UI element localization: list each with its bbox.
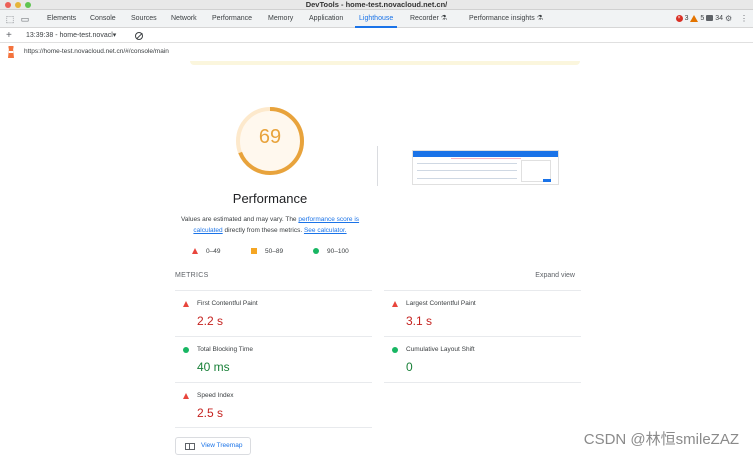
metric-value: 3.1 s [406, 314, 433, 328]
legend-range: 0–49 [206, 248, 221, 255]
device-toolbar-icon[interactable]: ▭ [20, 14, 30, 24]
metric-label: Largest Contentful Paint [406, 300, 476, 307]
devtools-tabbar: ⬚ ▭ Elements Console Sources Network Per… [0, 10, 753, 28]
final-screenshot-thumbnail[interactable] [412, 150, 559, 185]
metric-value: 2.5 s [197, 406, 224, 420]
metric-speed-index: Speed Index 2.5 s [175, 386, 365, 430]
lighthouse-logo-icon [8, 46, 14, 58]
metric-divider [384, 336, 581, 337]
thumbnail-highlight [451, 158, 521, 159]
treemap-button-label: View Treemap [201, 442, 243, 449]
tab-sources[interactable]: Sources [131, 10, 157, 28]
message-icon [706, 15, 714, 22]
metric-label: Speed Index [197, 392, 234, 399]
fail-triangle-icon [183, 301, 189, 307]
metric-value: 2.2 s [197, 314, 224, 328]
treemap-icon [185, 443, 195, 450]
metric-value: 40 ms [197, 360, 230, 374]
pass-circle-icon [313, 248, 319, 255]
view-treemap-button[interactable]: View Treemap [175, 437, 251, 455]
fail-triangle-icon [392, 301, 398, 307]
see-calculator-link[interactable]: See calculator. [304, 227, 347, 234]
tab-console[interactable]: Console [90, 10, 116, 28]
legend-fail: 0–49 [192, 248, 220, 256]
thumbnail-row [417, 163, 517, 164]
error-icon: × [675, 14, 683, 22]
more-options-icon[interactable]: ⋮ [740, 14, 748, 24]
metric-divider [175, 382, 372, 383]
expand-view-toggle[interactable]: Expand view [535, 272, 575, 279]
thumbnail-header [413, 151, 558, 157]
pass-circle-icon [392, 347, 398, 353]
tab-performance[interactable]: Performance [212, 10, 252, 28]
fail-triangle-icon [192, 248, 198, 255]
legend-pass: 90–100 [313, 248, 349, 256]
tab-network[interactable]: Network [171, 10, 197, 28]
thumbnail-button [543, 179, 551, 182]
tab-performance-insights[interactable]: Performance insights ⚗ [469, 10, 543, 28]
metric-cumulative-layout-shift: Cumulative Layout Shift 0 [384, 340, 574, 384]
vertical-divider [377, 146, 378, 186]
tab-recorder[interactable]: Recorder ⚗ [410, 10, 447, 28]
metric-largest-contentful-paint: Largest Contentful Paint 3.1 s [384, 294, 574, 338]
warning-icon [690, 14, 699, 22]
report-url-bar: https://home-test.novacloud.net.cn/#/con… [0, 43, 753, 61]
new-report-plus-icon[interactable]: + [6, 29, 12, 42]
metric-label: Cumulative Layout Shift [406, 346, 475, 353]
warning-count: 5 [700, 15, 705, 22]
metric-label: First Contentful Paint [197, 300, 258, 307]
metric-divider [175, 427, 372, 428]
report-url[interactable]: https://home-test.novacloud.net.cn/#/con… [24, 43, 169, 61]
metric-divider [175, 336, 372, 337]
metric-label: Total Blocking Time [197, 346, 253, 353]
settings-gear-icon[interactable]: ⚙ [725, 14, 732, 24]
issue-badges[interactable]: × 3 5 34 [675, 10, 723, 28]
legend-range: 50–89 [265, 248, 284, 255]
average-square-icon [251, 248, 257, 255]
metrics-title: METRICS [175, 272, 209, 279]
score-value: 69 [258, 126, 282, 148]
error-count: 3 [684, 15, 689, 22]
fail-triangle-icon [183, 393, 189, 399]
legend-average: 50–89 [251, 248, 283, 256]
tab-memory[interactable]: Memory [268, 10, 293, 28]
description-text: directly from these metrics. [222, 227, 304, 234]
inspect-element-icon[interactable]: ⬚ [5, 14, 15, 24]
window-title: DevTools - home-test.novacloud.net.cn/ [305, 0, 448, 9]
report-select[interactable]: 13:39:38 - home-test.novacl▾ [26, 29, 116, 42]
metric-first-contentful-paint: First Contentful Paint 2.2 s [175, 294, 365, 338]
watermark: CSDN @林恒smileZAZ [583, 431, 739, 448]
thumbnail-row [417, 178, 517, 179]
metric-total-blocking-time: Total Blocking Time 40 ms [175, 340, 365, 384]
tab-lighthouse[interactable]: Lighthouse [354, 10, 398, 28]
metric-divider [384, 290, 581, 291]
clear-reports-icon[interactable] [135, 32, 143, 40]
tab-elements[interactable]: Elements [47, 10, 76, 28]
metric-divider [384, 382, 581, 383]
message-count: 34 [715, 15, 723, 22]
legend-range: 90–100 [327, 248, 349, 255]
score-description: Values are estimated and may vary. The p… [170, 214, 370, 236]
window-titlebar: DevTools - home-test.novacloud.net.cn/ [0, 0, 753, 10]
highlight-strip [190, 61, 580, 65]
lighthouse-toolbar: + 13:39:38 - home-test.novacl▾ [0, 29, 753, 43]
tab-application[interactable]: Application [309, 10, 343, 28]
metric-divider [175, 290, 372, 291]
thumbnail-row [417, 170, 517, 171]
metric-value: 0 [406, 360, 413, 374]
description-text: Values are estimated and may vary. The [180, 216, 299, 223]
category-title: Performance [232, 191, 308, 206]
metrics-header: METRICS Expand view [175, 272, 575, 286]
pass-circle-icon [183, 347, 189, 353]
